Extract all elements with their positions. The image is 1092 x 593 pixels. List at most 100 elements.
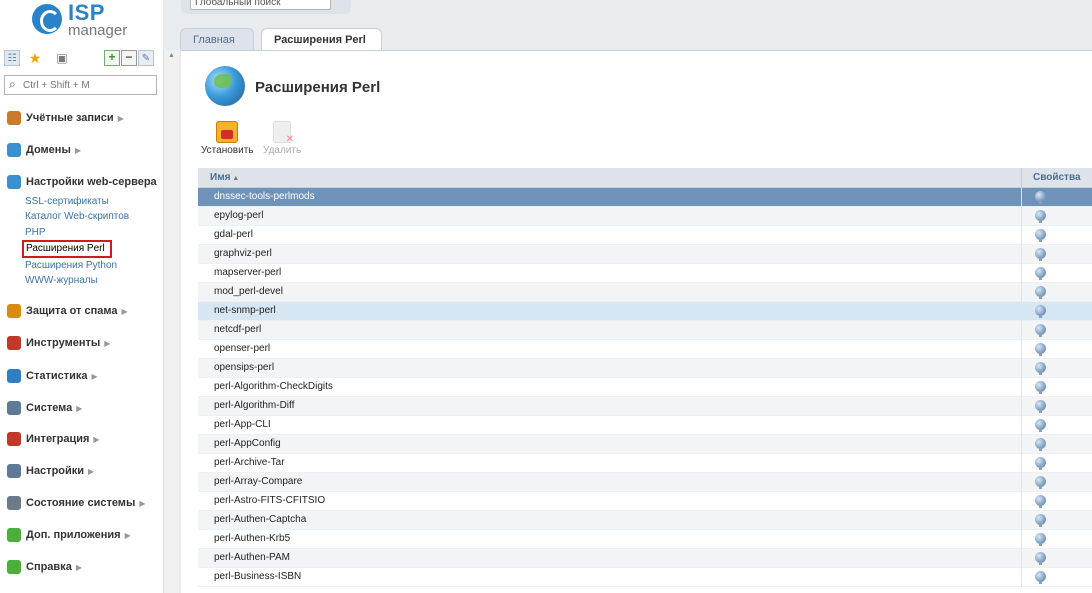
menu-group-header[interactable]: Система ▶: [7, 400, 82, 416]
tools-icon: [7, 336, 21, 350]
table-row[interactable]: epylog-perl: [198, 207, 1092, 226]
status-globe-icon: [1035, 552, 1046, 565]
install-label: Установить: [201, 145, 254, 156]
table-row[interactable]: net-snmp-perl: [198, 302, 1092, 321]
table-row[interactable]: perl-Algorithm-Diff: [198, 397, 1092, 416]
menu-item[interactable]: WWW-журналы: [25, 273, 157, 288]
chevron-right-icon: ▶: [91, 371, 98, 381]
table-row[interactable]: graphviz-perl: [198, 245, 1092, 264]
table-row[interactable]: openser-perl: [198, 340, 1092, 359]
column-props-header[interactable]: Свойства: [1021, 168, 1092, 188]
install-icon: [216, 121, 239, 143]
menu-group-label: Статистика: [26, 370, 88, 382]
table-body: dnssec-tools-perlmods epylog-perl gdal-per…: [198, 188, 1092, 587]
collapse-all-icon[interactable]: −: [121, 50, 137, 66]
pie-chart-icon: [7, 369, 21, 383]
status-globe-icon: [1035, 248, 1046, 261]
row-properties: [1021, 359, 1092, 378]
pin-icon[interactable]: ✎: [138, 50, 154, 66]
chevron-right-icon: ▶: [75, 562, 82, 572]
favorites-star-icon[interactable]: ★: [27, 50, 43, 66]
menu-group-header[interactable]: Статистика ▶: [7, 368, 98, 384]
row-name: perl-Algorithm-CheckDigits: [214, 381, 333, 392]
table-row[interactable]: dnssec-tools-perlmods: [198, 188, 1092, 207]
table-row[interactable]: perl-Authen-PAM: [198, 549, 1092, 568]
table-row[interactable]: perl-App-CLI: [198, 416, 1092, 435]
tab-perl-extensions[interactable]: Расширения Perl✕: [261, 28, 382, 68]
table-row[interactable]: opensips-perl: [198, 359, 1092, 378]
puzzle-icon: [7, 432, 21, 446]
menu-group-header[interactable]: Учётные записи ▶: [7, 110, 124, 126]
table-row[interactable]: perl-Business-ISBN: [198, 568, 1092, 587]
menu-item[interactable]: Каталог Web-скриптов: [25, 209, 157, 224]
menu-search-input[interactable]: [23, 78, 153, 92]
chevron-right-icon: ▶: [117, 113, 124, 123]
briefcase-icon[interactable]: ▣: [54, 50, 70, 66]
status-globe-icon: [1035, 533, 1046, 546]
shield-icon: [7, 304, 21, 318]
status-globe-icon: [1035, 210, 1046, 223]
row-properties: [1021, 530, 1092, 549]
row-name: gdal-perl: [214, 229, 253, 240]
status-globe-icon: [1035, 324, 1046, 337]
table-row[interactable]: perl-AppConfig: [198, 435, 1092, 454]
menu-group: Инструменты ▶: [7, 335, 110, 351]
users-icon: [7, 111, 21, 125]
delete-button[interactable]: Удалить: [263, 121, 301, 156]
global-search-input[interactable]: Глобальный поиск: [190, 0, 331, 10]
menu-group-label: Доп. приложения: [26, 529, 121, 541]
row-properties: [1021, 245, 1092, 264]
menu-group-header[interactable]: Доп. приложения ▶: [7, 527, 131, 543]
tab-home[interactable]: Главная: [180, 28, 254, 50]
row-properties: [1021, 226, 1092, 245]
tree-view-icon[interactable]: ☷: [4, 50, 20, 66]
table-row[interactable]: mapserver-perl: [198, 264, 1092, 283]
menu-group-header[interactable]: Инструменты ▶: [7, 335, 110, 351]
table-row[interactable]: mod_perl-devel: [198, 283, 1092, 302]
globe-icon: [7, 143, 21, 157]
chevron-right-icon: ▶: [121, 306, 128, 316]
menu-group-header[interactable]: Справка ▶: [7, 559, 82, 575]
install-button[interactable]: Установить: [201, 121, 254, 156]
settings-icon: [7, 464, 21, 478]
row-name: perl-Archive-Tar: [214, 457, 285, 468]
menu-group-header[interactable]: Защита от спама ▶: [7, 303, 128, 319]
menu-group-header[interactable]: Состояние системы ▶: [7, 495, 146, 511]
extensions-table: Имя ▲ Свойства dnssec-tools-perlmods epylo…: [198, 168, 1092, 587]
column-name-header[interactable]: Имя ▲: [210, 172, 239, 183]
row-name: net-snmp-perl: [214, 305, 276, 316]
scroll-up-icon[interactable]: ▲: [168, 52, 175, 59]
search-icon: ⌕: [9, 77, 16, 91]
logo-text-sub: manager: [68, 22, 128, 39]
sidebar: ISP manager ☷ ★ ▣ + − ✎ ⌕ Учётные записи…: [0, 0, 163, 593]
menu-item[interactable]: SSL-сертификаты: [25, 194, 157, 209]
chevron-right-icon: ▶: [74, 145, 81, 155]
menu-group-header[interactable]: Настройки ▶: [7, 463, 94, 479]
menu-item[interactable]: Расширения Python: [25, 258, 157, 273]
status-globe-icon: [1035, 571, 1046, 584]
menu-search-field[interactable]: ⌕: [4, 75, 157, 95]
menu-group: Интеграция ▶: [7, 431, 100, 447]
status-globe-icon: [1035, 305, 1046, 318]
menu-group-header[interactable]: Интеграция ▶: [7, 431, 100, 447]
menu-group-header[interactable]: Настройки web-сервера: [7, 174, 157, 190]
table-row[interactable]: perl-Authen-Krb5: [198, 530, 1092, 549]
row-name: perl-AppConfig: [214, 438, 281, 449]
table-row[interactable]: gdal-perl: [198, 226, 1092, 245]
sidebar-toolbar: ☷ ★ ▣ + − ✎: [4, 50, 160, 68]
table-row[interactable]: perl-Astro-FITS-CFITSIO: [198, 492, 1092, 511]
isp-manager-logo[interactable]: ISP manager: [32, 0, 142, 40]
sidebar-scrollbar[interactable]: ▲: [163, 50, 179, 593]
plus-icon: [7, 528, 21, 542]
table-row[interactable]: perl-Authen-Captcha: [198, 511, 1092, 530]
menu-item-active[interactable]: Расширения Perl: [22, 239, 112, 258]
table-row[interactable]: perl-Algorithm-CheckDigits: [198, 378, 1092, 397]
row-properties: [1021, 188, 1092, 207]
expand-all-icon[interactable]: +: [104, 50, 120, 66]
menu-group-header[interactable]: Домены ▶: [7, 142, 81, 158]
table-row[interactable]: perl-Array-Compare: [198, 473, 1092, 492]
table-row[interactable]: perl-Archive-Tar: [198, 454, 1092, 473]
menu-item[interactable]: PHP: [25, 225, 157, 240]
menu-group: Доп. приложения ▶: [7, 527, 131, 543]
table-row[interactable]: netcdf-perl: [198, 321, 1092, 340]
